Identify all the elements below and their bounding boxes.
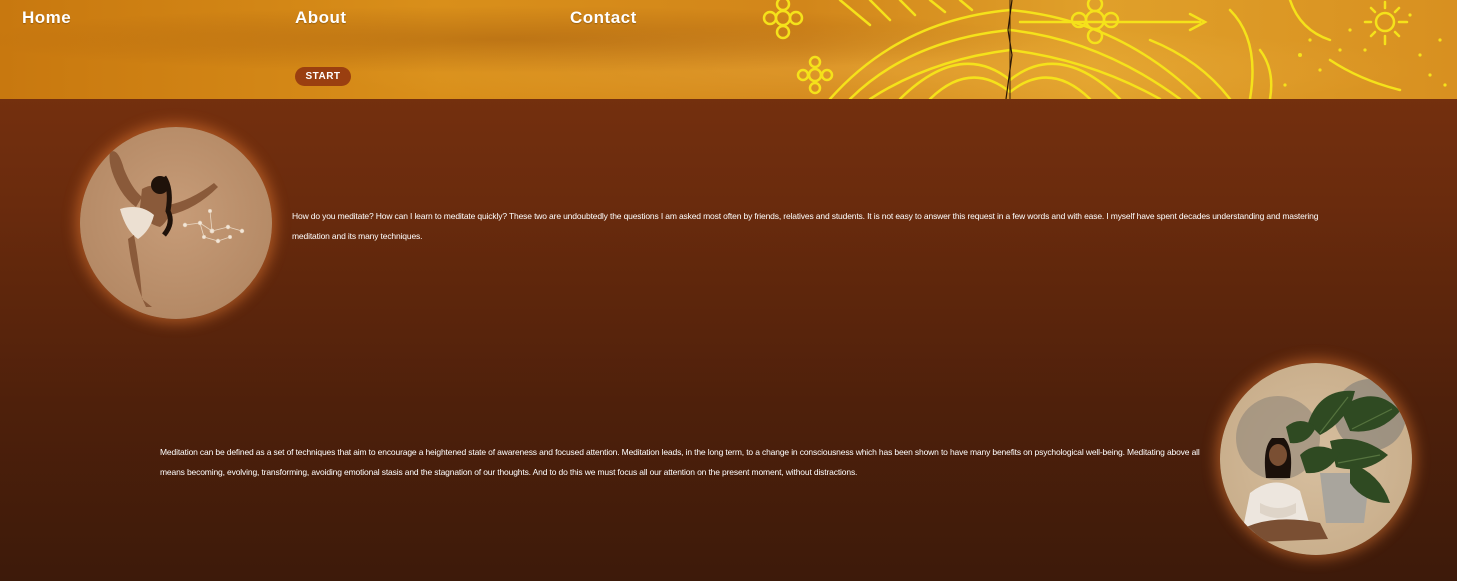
mandala-pattern-decoration: [762, 0, 1447, 99]
definition-paragraph: Meditation can be defined as a set of te…: [160, 447, 1200, 477]
yoga-illustration-image: [80, 127, 272, 319]
nav-about-link[interactable]: About: [295, 8, 347, 28]
nav-contact-link[interactable]: Contact: [570, 8, 637, 28]
header-banner: Home About Contact START: [0, 0, 1457, 99]
yoga-dancer-icon: [109, 151, 245, 307]
nav-home-link[interactable]: Home: [22, 8, 71, 28]
start-button[interactable]: START: [295, 67, 351, 86]
intro-paragraph: How do you meditate? How can I learn to …: [292, 211, 1319, 241]
meditation-illustration-image: [1220, 363, 1412, 555]
woman-plant-icon: [1234, 379, 1406, 543]
